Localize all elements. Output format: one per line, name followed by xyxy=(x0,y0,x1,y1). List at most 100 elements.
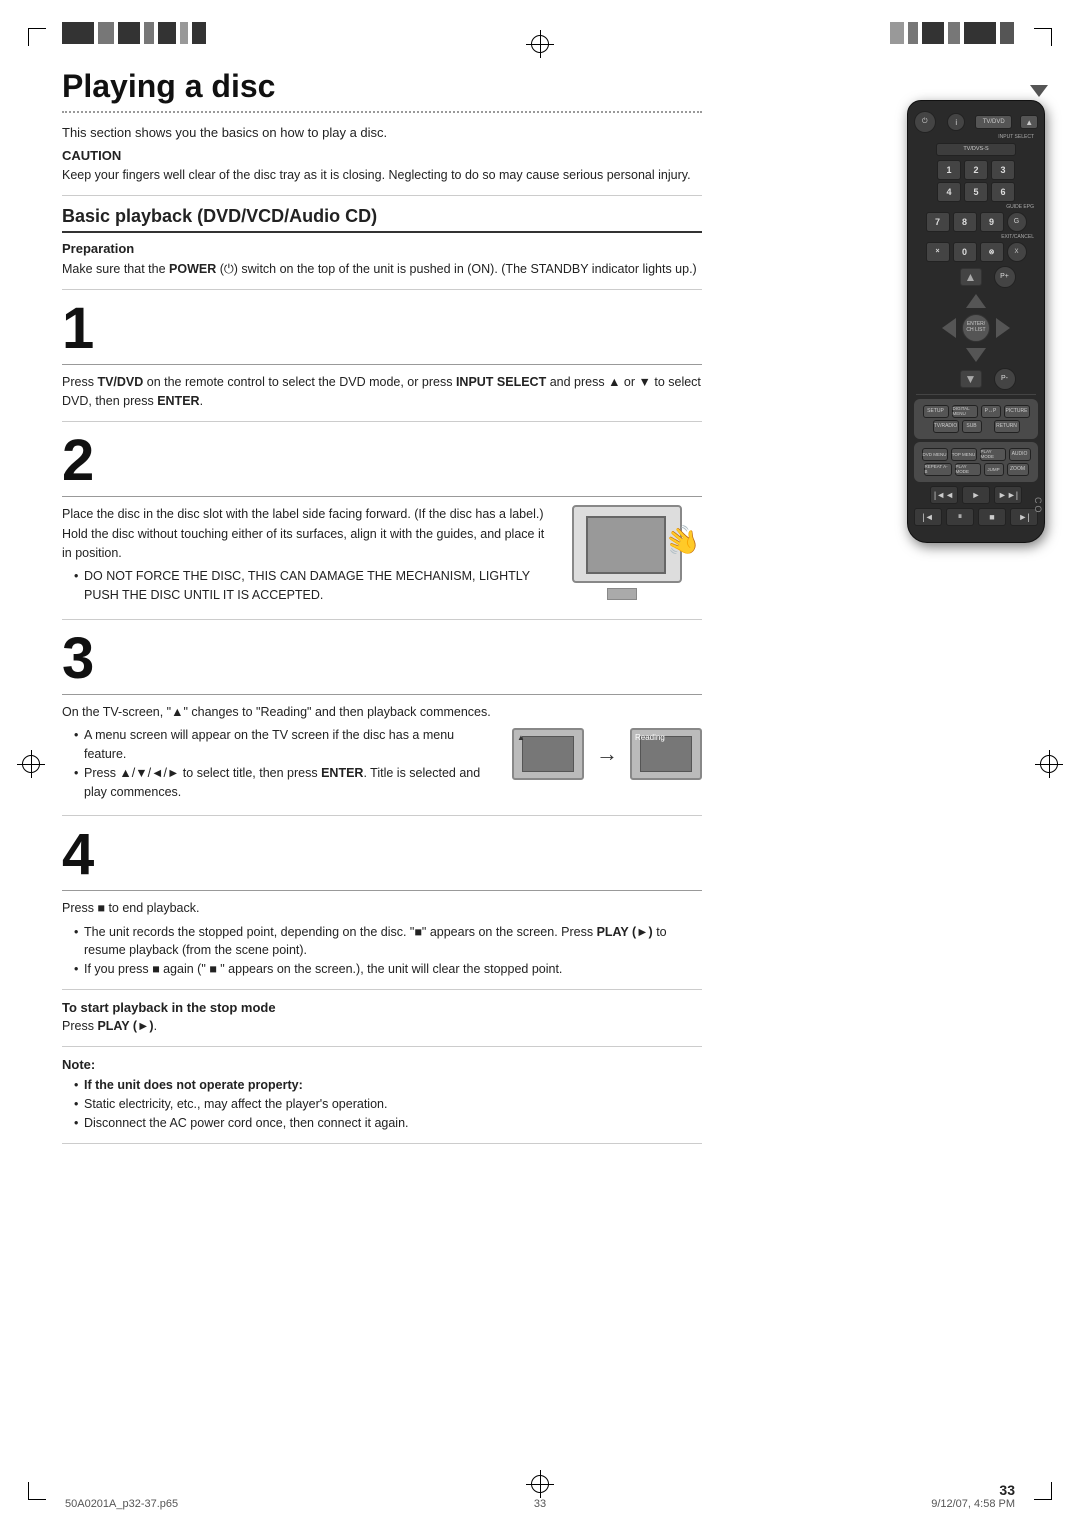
step-2-divider xyxy=(62,496,702,497)
step-3-number: 3 xyxy=(62,630,702,688)
zoom-button[interactable]: ZOOM xyxy=(1007,463,1029,476)
note-bullet-label: If the unit does not operate property: xyxy=(84,1078,303,1092)
dvd-menu-button[interactable]: DVD MENU xyxy=(922,448,948,461)
bullet-item: A menu screen will appear on the TV scre… xyxy=(74,726,496,764)
num-0-button[interactable]: 0 xyxy=(953,242,977,262)
down-arrow-btn[interactable]: ▼ xyxy=(960,370,982,388)
p-plus-button[interactable]: P+ xyxy=(994,266,1016,288)
divider xyxy=(62,815,702,816)
corner-mark-tl xyxy=(28,28,46,46)
num-2-button[interactable]: 2 xyxy=(964,160,988,180)
repeat-ab-button[interactable]: REPEAT A-B xyxy=(924,463,952,476)
footer-center: 33 xyxy=(534,1498,546,1510)
transport-row-1: |◄◄ ► ►►| xyxy=(914,486,1038,504)
note-bullet-item: If the unit does not operate property: xyxy=(74,1076,702,1095)
top-menu-button[interactable]: TOP MENU xyxy=(951,448,977,461)
tv-stand xyxy=(607,588,637,600)
bar-block xyxy=(948,22,960,44)
guide-button[interactable]: G xyxy=(1007,212,1027,232)
info-button[interactable]: i xyxy=(947,113,965,131)
dpad: ENTER/CH LIST xyxy=(940,292,1012,364)
dpad-right[interactable] xyxy=(996,318,1010,338)
transport-row-2: |◄ ⏸ ■ ►| xyxy=(914,508,1038,526)
num-5-button[interactable]: 5 xyxy=(964,182,988,202)
num-1-button[interactable]: 1 xyxy=(937,160,961,180)
note-bullet-item: Disconnect the AC power cord once, then … xyxy=(74,1114,702,1133)
p-minus-button[interactable]: P- xyxy=(994,368,1016,390)
audio-button[interactable]: AUDIO xyxy=(1009,448,1031,461)
tv-dvd-button[interactable]: TV/DVD xyxy=(975,115,1012,129)
play-button[interactable]: ► xyxy=(962,486,990,504)
num-9-button[interactable]: 9 xyxy=(980,212,1004,232)
power-button[interactable]: ⏻ xyxy=(914,111,936,133)
cancel-button[interactable]: ⊗ xyxy=(980,242,1004,262)
bullet-item: The unit records the stopped point, depe… xyxy=(74,923,702,961)
sub-button[interactable]: SUB xyxy=(962,420,982,433)
play-mode-2-button[interactable]: PLAY MODE xyxy=(955,463,981,476)
enter-button[interactable]: ENTER/CH LIST xyxy=(962,314,990,342)
step-2-text: Place the disc in the disc slot with the… xyxy=(62,505,556,609)
step-1-divider xyxy=(62,364,702,365)
up-arrow-btn[interactable]: ▲ xyxy=(960,268,982,286)
divider xyxy=(62,989,702,990)
num-7-button[interactable]: 7 xyxy=(926,212,950,232)
num-8-button[interactable]: 8 xyxy=(953,212,977,232)
bar-block xyxy=(964,22,996,44)
intro-text: This section shows you the basics on how… xyxy=(62,125,702,140)
dpad-left[interactable] xyxy=(942,318,956,338)
bar-block xyxy=(62,22,94,44)
exit-cancel-button[interactable]: X xyxy=(1007,242,1027,262)
dpad-up[interactable] xyxy=(966,294,986,308)
prev-button[interactable]: |◄ xyxy=(914,508,942,526)
next-skip-button[interactable]: ►►| xyxy=(994,486,1022,504)
step-1-text: Press TV/DVD on the remote control to se… xyxy=(62,373,702,412)
digital-menu-button[interactable]: DIGITAL MENU xyxy=(952,405,978,418)
num-3-button[interactable]: 3 xyxy=(991,160,1015,180)
step-3-desc: On the TV-screen, "▲" changes to "Readin… xyxy=(62,703,496,722)
pause-button[interactable]: ⏸ xyxy=(946,508,974,526)
crosshair-top xyxy=(531,35,549,53)
corner-mark-tr xyxy=(1034,28,1052,46)
step-3-images: ▲ → Reading xyxy=(512,711,702,797)
num-4-button[interactable]: 4 xyxy=(937,182,961,202)
note-title: Note: xyxy=(62,1057,702,1072)
setup-button[interactable]: SETUP xyxy=(923,405,949,418)
preparation-label: Preparation xyxy=(62,241,702,256)
remote-gray-section-2: DVD MENU TOP MENU PLAY MODE AUDIO REPEAT… xyxy=(914,442,1038,482)
mini-tv-reading-img: Reading xyxy=(630,728,702,780)
num-10-button[interactable]: × xyxy=(926,242,950,262)
picture-button[interactable]: PICTURE xyxy=(1004,405,1030,418)
bullet-item: If you press ■ again (" ■ " appears on t… xyxy=(74,960,702,979)
tv-radio-button[interactable]: TV/RADIO xyxy=(933,420,959,433)
step3-arrow: → xyxy=(596,741,618,767)
p-p-button[interactable]: P↔P xyxy=(981,405,1001,418)
page-nav-arrow[interactable] xyxy=(1030,85,1048,97)
crosshair-right xyxy=(1040,755,1058,773)
remote-gray-section-1: SETUP DIGITAL MENU P↔P PICTURE TV/RADIO … xyxy=(914,399,1038,439)
step-4-number: 4 xyxy=(62,826,702,884)
crosshair-left xyxy=(22,755,40,773)
bar-block xyxy=(922,22,944,44)
num-6-button[interactable]: 6 xyxy=(991,182,1015,202)
numpad: 1 2 3 4 5 6 GUIDE EPG 7 8 9 G EXIT/CANCE… xyxy=(916,160,1036,262)
step-3-text: On the TV-screen, "▲" changes to "Readin… xyxy=(62,703,496,805)
step-2-row: Place the disc in the disc slot with the… xyxy=(62,505,702,609)
eject-button[interactable]: ▲ xyxy=(1020,115,1038,129)
prev-skip-button[interactable]: |◄◄ xyxy=(930,486,958,504)
p-up-row: ▲ P+ xyxy=(914,266,1038,288)
mini-tv-screen2: Reading xyxy=(640,736,692,772)
divider xyxy=(62,1046,702,1047)
tv-image: 👋 xyxy=(572,505,700,600)
tvdvss-button[interactable]: TV/DVS-S xyxy=(936,143,1016,156)
jump-button[interactable]: JUMP xyxy=(984,463,1004,476)
bottom-divider xyxy=(62,1143,702,1144)
stop-button[interactable]: ■ xyxy=(978,508,1006,526)
section-heading: Basic playback (DVD/VCD/Audio CD) xyxy=(62,206,702,233)
play-mode-button[interactable]: PLAY MODE xyxy=(980,448,1006,461)
footer-right: 9/12/07, 4:58 PM xyxy=(931,1498,1015,1510)
numpad-row-2: 4 5 6 xyxy=(916,182,1036,202)
mini-tv-eject-img: ▲ xyxy=(512,728,584,780)
footer-left: 50A0201A_p32-37.p65 xyxy=(65,1498,178,1510)
dpad-down[interactable] xyxy=(966,348,986,362)
return-button[interactable]: RETURN xyxy=(994,420,1020,433)
